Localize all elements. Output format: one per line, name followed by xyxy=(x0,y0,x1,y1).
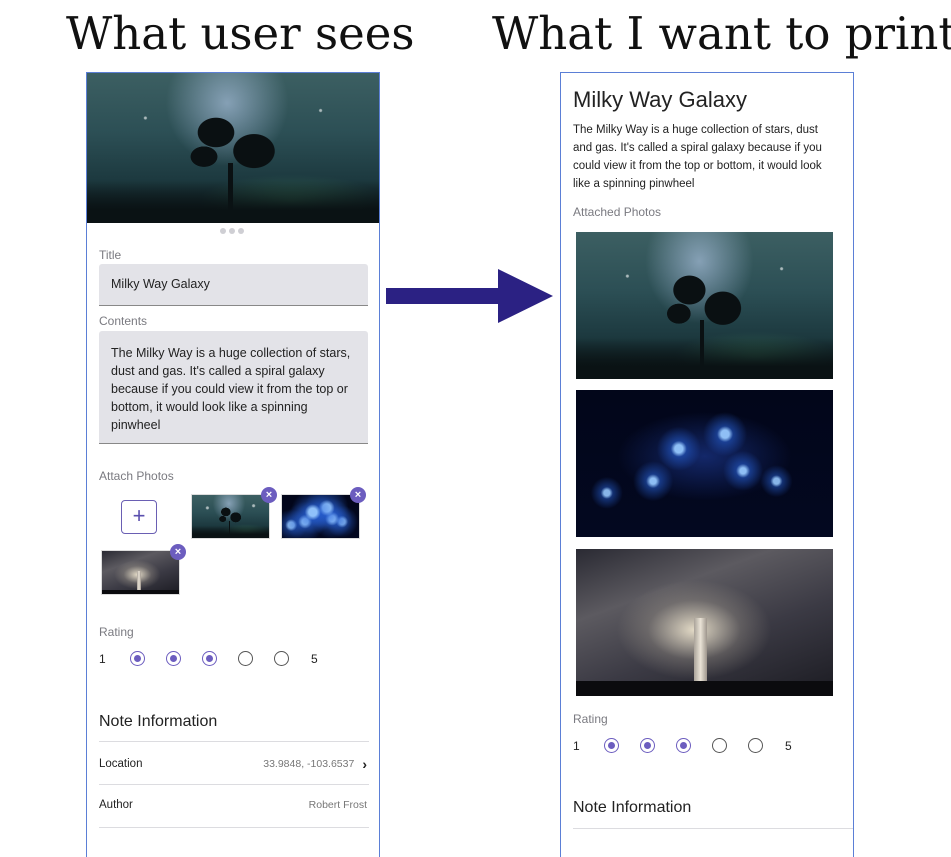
remove-photo-icon[interactable]: × xyxy=(170,544,186,560)
remove-photo-icon[interactable]: × xyxy=(350,487,366,503)
author-label: Author xyxy=(99,799,133,811)
rating-control: 1 5 xyxy=(99,651,321,666)
rating-max-label: 5 xyxy=(785,738,792,753)
chevron-right-icon: › xyxy=(362,756,367,772)
rating-radio-2 xyxy=(640,738,655,753)
print-photo-pleiades xyxy=(576,390,833,537)
note-information-title: Note Information xyxy=(573,799,692,816)
divider xyxy=(573,828,853,829)
attached-photos-label: Attached Photos xyxy=(573,205,662,219)
pager-dots xyxy=(220,228,244,234)
author-value: Robert Frost xyxy=(308,799,367,811)
location-row[interactable]: Location 33.9848, -103.6537 › xyxy=(99,756,367,772)
title-label: Title xyxy=(99,248,122,262)
contents-field[interactable]: The Milky Way is a huge collection of st… xyxy=(99,331,368,444)
author-row: Author Robert Frost xyxy=(99,799,367,811)
attach-photos-label: Attach Photos xyxy=(99,469,174,483)
rating-min-label: 1 xyxy=(573,738,580,753)
rating-radio-5[interactable] xyxy=(274,651,289,666)
heading-user-sees: What user sees xyxy=(66,7,415,60)
remove-photo-icon[interactable]: × xyxy=(261,487,277,503)
contents-label: Contents xyxy=(99,314,148,328)
rating-control: 1 5 xyxy=(573,738,795,753)
thumbnail-milky-way[interactable] xyxy=(191,494,270,539)
title-field[interactable]: Milky Way Galaxy xyxy=(99,264,368,306)
print-title: Milky Way Galaxy xyxy=(573,87,747,112)
divider xyxy=(99,784,369,785)
divider xyxy=(99,741,369,742)
rating-radio-5 xyxy=(748,738,763,753)
rating-radio-3[interactable] xyxy=(202,651,217,666)
rating-label: Rating xyxy=(573,712,608,726)
rating-max-label: 5 xyxy=(311,651,318,666)
rating-radio-1[interactable] xyxy=(130,651,145,666)
print-photo-milky-way xyxy=(576,232,833,379)
rating-radio-4[interactable] xyxy=(238,651,253,666)
print-preview: Milky Way Galaxy The Milky Way is a huge… xyxy=(560,72,854,857)
rating-label: Rating xyxy=(99,625,134,639)
location-label: Location xyxy=(99,758,143,770)
rating-radio-1 xyxy=(604,738,619,753)
divider xyxy=(99,827,369,828)
edit-screen: Title Milky Way Galaxy Contents The Milk… xyxy=(86,72,380,857)
arrow-right-icon xyxy=(386,288,500,304)
thumbnail-lighthouse[interactable] xyxy=(101,550,180,595)
heading-want-to-print: What I want to print xyxy=(492,7,951,60)
rating-radio-2[interactable] xyxy=(166,651,181,666)
hero-photo-milky-way[interactable] xyxy=(87,73,379,223)
note-information-title: Note Information xyxy=(99,713,218,730)
rating-radio-4 xyxy=(712,738,727,753)
arrow-head-icon xyxy=(498,269,553,323)
thumbnail-pleiades[interactable] xyxy=(281,494,360,539)
print-contents: The Milky Way is a huge collection of st… xyxy=(573,124,822,190)
rating-min-label: 1 xyxy=(99,651,106,666)
print-photo-lighthouse xyxy=(576,549,833,696)
location-value: 33.9848, -103.6537 xyxy=(263,758,355,770)
rating-radio-3 xyxy=(676,738,691,753)
add-photo-button[interactable]: + xyxy=(121,500,157,534)
